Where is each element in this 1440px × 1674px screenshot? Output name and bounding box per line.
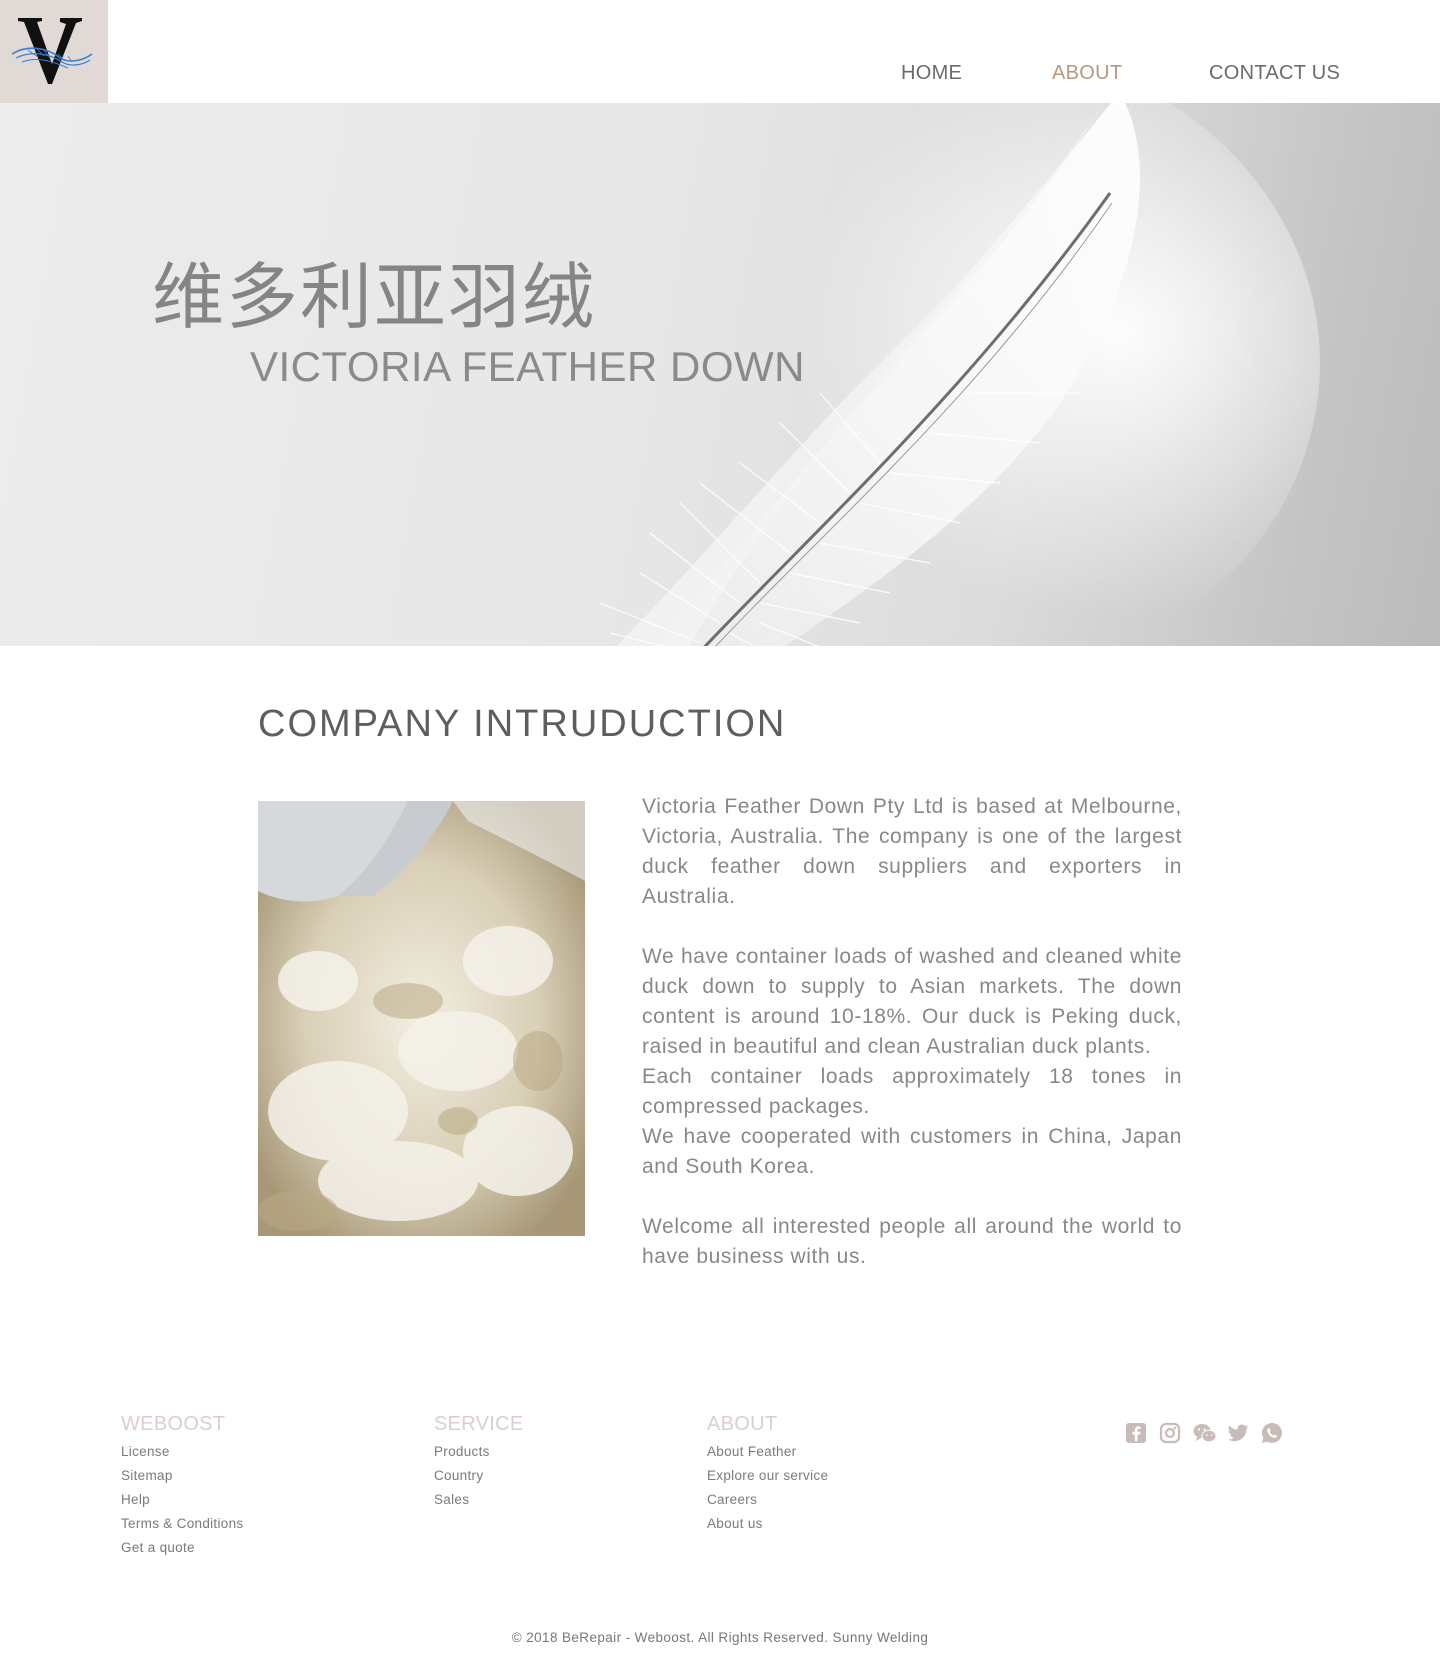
footer-service-column: SERVICE Products Country Sales (434, 1413, 524, 1512)
footer-link-explore-service[interactable]: Explore our service (707, 1464, 828, 1488)
nav-home[interactable]: HOME (901, 62, 962, 85)
company-introduction-text: Victoria Feather Down Pty Ltd is based a… (642, 795, 1182, 1268)
footer-link-get-quote[interactable]: Get a quote (121, 1536, 243, 1560)
footer-about-column: ABOUT About Feather Explore our service … (707, 1413, 828, 1536)
nav-contact-us[interactable]: CONTACT US (1209, 62, 1340, 85)
copyright-text: © 2018 BeRepair - Weboost. All Rights Re… (511, 1630, 929, 1645)
footer-weboost-column: WEBOOST License Sitemap Help Terms & Con… (121, 1413, 243, 1560)
social-icons (1124, 1421, 1284, 1445)
footer-link-about-us[interactable]: About us (707, 1512, 828, 1536)
logo[interactable] (0, 0, 108, 103)
whatsapp-icon[interactable] (1260, 1421, 1284, 1445)
hero-title-english: VICTORIA FEATHER DOWN (250, 343, 805, 390)
footer-link-terms[interactable]: Terms & Conditions (121, 1512, 243, 1536)
facebook-icon[interactable] (1124, 1421, 1148, 1445)
footer-service-heading: SERVICE (434, 1413, 524, 1435)
wechat-icon[interactable] (1192, 1421, 1217, 1445)
footer-about-heading: ABOUT (707, 1413, 778, 1435)
hero-title-chinese: 维多利亚羽绒 (152, 255, 597, 339)
section-title: COMPANY INTRUDUCTION (258, 703, 787, 745)
footer-link-country[interactable]: Country (434, 1464, 524, 1488)
instagram-icon[interactable] (1158, 1421, 1182, 1445)
footer-link-products[interactable]: Products (434, 1440, 524, 1464)
nav-about[interactable]: ABOUT (1052, 62, 1122, 85)
hero-banner: 维多利亚羽绒 VICTORIA FEATHER DOWN (0, 103, 1440, 646)
footer-weboost-heading: WEBOOST (121, 1413, 226, 1435)
footer-link-sitemap[interactable]: Sitemap (121, 1464, 243, 1488)
footer-link-careers[interactable]: Careers (707, 1488, 828, 1512)
logo-v-icon (11, 18, 93, 84)
footer-link-license[interactable]: License (121, 1440, 243, 1464)
feather-down-photo (258, 801, 585, 1236)
footer-link-about-feather[interactable]: About Feather (707, 1440, 828, 1464)
twitter-icon[interactable] (1226, 1421, 1250, 1445)
footer-link-help[interactable]: Help (121, 1488, 243, 1512)
footer-link-sales[interactable]: Sales (434, 1488, 524, 1512)
